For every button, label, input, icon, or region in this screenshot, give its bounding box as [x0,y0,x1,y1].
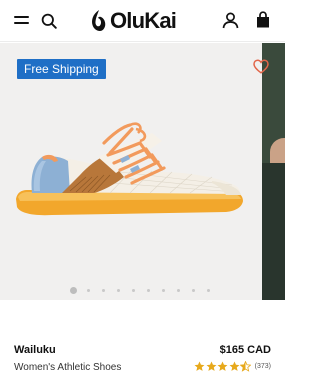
carousel-dot[interactable] [207,288,210,292]
product-price: $165 CAD [219,344,271,356]
heart-icon[interactable] [253,59,269,74]
carousel-dot[interactable] [87,288,90,292]
star-icon [217,361,228,371]
carousel-dot[interactable] [177,288,180,292]
carousel-dot[interactable] [132,288,135,292]
account-icon[interactable] [222,12,239,29]
product-rating[interactable]: (373) [194,361,271,372]
product-category: Women's Athletic Shoes [14,362,122,373]
half-star-icon [240,361,252,372]
next-slide-preview[interactable] [262,43,285,300]
product-info[interactable]: Wailuku Women's Athletic Shoes $165 CAD … [0,300,285,380]
carousel-dot[interactable] [117,288,120,292]
brand-logo[interactable]: OluKai [90,8,192,34]
product-image-gallery[interactable]: Free Shipping [0,43,285,300]
menu-icon[interactable] [14,14,29,27]
search-icon[interactable] [41,13,57,29]
free-shipping-badge: Free Shipping [17,59,106,79]
logo-wave-icon [92,10,106,31]
review-count: (373) [254,363,271,370]
product-image-shoe [16,122,243,216]
star-icon [229,361,240,371]
carousel-dot[interactable] [147,288,150,292]
carousel-pagination [70,286,222,294]
star-icon [206,361,217,371]
carousel-dot[interactable] [192,288,195,292]
logo-text: OluKai [110,8,177,33]
star-rating [194,361,252,372]
star-icon [194,361,205,371]
carousel-dot[interactable] [70,286,77,294]
site-header: OluKai [0,0,285,42]
shopping-bag-icon[interactable] [255,11,271,29]
carousel-dot[interactable] [162,288,165,292]
product-name[interactable]: Wailuku [14,344,56,356]
carousel-dot[interactable] [102,288,105,292]
